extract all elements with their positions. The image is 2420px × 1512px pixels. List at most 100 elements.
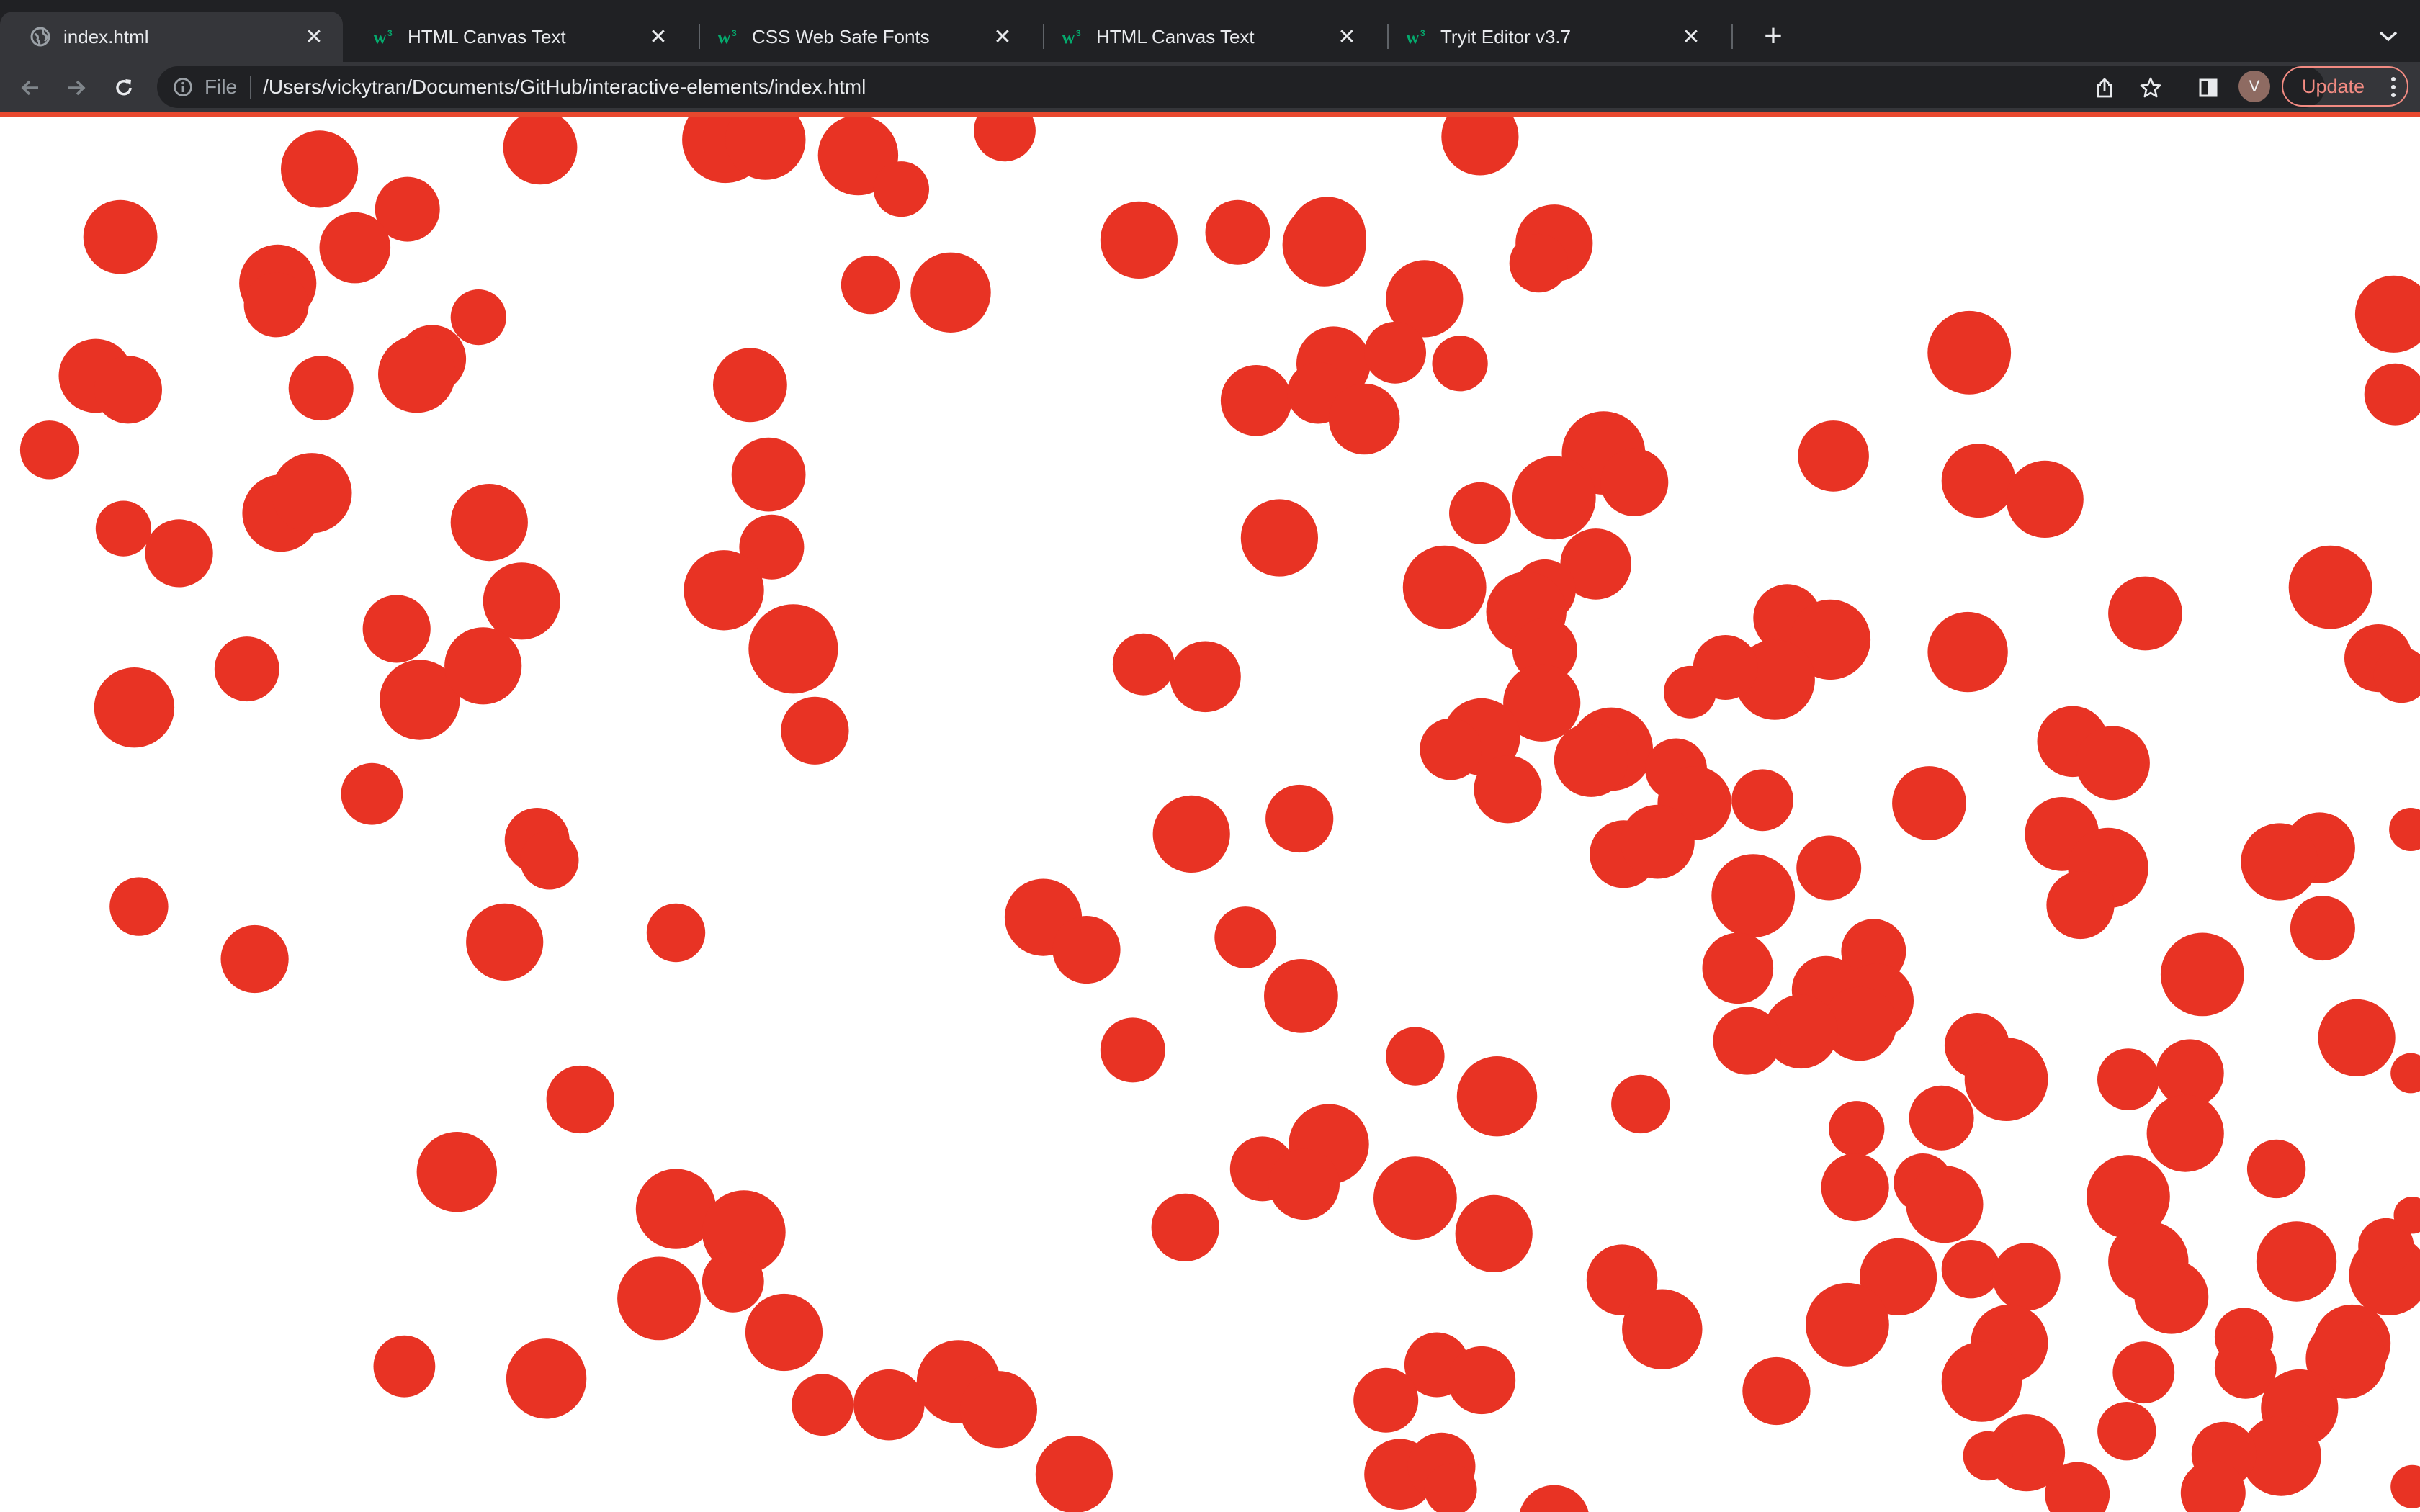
svg-text:3: 3 <box>1076 28 1081 38</box>
red-circle <box>145 519 213 588</box>
red-circle <box>1441 117 1519 176</box>
red-circle <box>1328 383 1400 455</box>
profile-avatar[interactable]: V <box>2238 71 2270 102</box>
red-circle <box>1364 321 1426 384</box>
red-circle <box>1941 1341 2022 1422</box>
new-tab-plus-icon[interactable]: + <box>1752 16 1795 56</box>
red-circle <box>2108 576 2182 651</box>
red-circle <box>444 627 522 705</box>
red-circle <box>1100 201 1178 279</box>
red-circle <box>483 562 560 640</box>
red-circle <box>617 1256 701 1341</box>
tab-title: index.html <box>63 25 149 48</box>
red-circle <box>1268 1148 1340 1220</box>
red-circle <box>83 199 158 274</box>
tab-search-chevron-down-icon[interactable] <box>2370 17 2407 55</box>
globe-icon <box>29 25 52 48</box>
red-circle <box>1151 1193 1219 1261</box>
red-circle <box>2097 1048 2159 1110</box>
red-circle <box>1964 1038 2048 1121</box>
tab-html-canvas-text[interactable]: w3 HTML Canvas Text ✕ <box>344 12 687 62</box>
red-circle <box>1909 1085 1974 1151</box>
svg-text:3: 3 <box>732 28 737 38</box>
red-circle <box>1265 784 1334 853</box>
red-circle <box>1220 365 1292 436</box>
red-circle <box>1448 482 1511 544</box>
red-circle <box>959 1371 1037 1449</box>
tab-close-icon[interactable]: ✕ <box>1335 25 1358 49</box>
circles-canvas <box>19 117 2420 1512</box>
red-circle <box>1100 1017 1165 1083</box>
red-circle <box>546 1065 614 1134</box>
bookmark-star-icon[interactable] <box>2136 73 2165 102</box>
forward-arrow-icon[interactable] <box>58 69 95 107</box>
address-bar[interactable]: File /Users/vickytran/Documents/GitHub/i… <box>157 66 2325 108</box>
red-circle <box>1713 1007 1781 1075</box>
update-button[interactable]: Update <box>2282 66 2408 107</box>
red-circle <box>684 550 764 631</box>
red-circle <box>272 453 352 534</box>
red-circle <box>2256 1221 2337 1302</box>
red-circle <box>1829 1101 1885 1157</box>
red-circle <box>2290 896 2355 961</box>
svg-text:w: w <box>1406 27 1420 46</box>
red-circle <box>2046 870 2115 940</box>
red-circle <box>2160 932 2244 1017</box>
tab-index-html[interactable]: index.html ✕ <box>0 12 343 62</box>
red-circle <box>450 484 528 562</box>
red-circle <box>506 1338 587 1419</box>
url-text[interactable]: /Users/vickytran/Documents/GitHub/intera… <box>263 76 866 99</box>
red-circle <box>288 356 354 421</box>
red-circle <box>109 877 169 936</box>
tab-close-icon[interactable]: ✕ <box>647 25 670 49</box>
update-label: Update <box>2302 75 2365 97</box>
site-info-icon[interactable] <box>171 76 194 99</box>
red-circle <box>1264 959 1338 1033</box>
tab-title: HTML Canvas Text <box>1096 25 1255 48</box>
tab-html-canvas-text-2[interactable]: w3 HTML Canvas Text ✕ <box>1033 12 1376 62</box>
red-circle <box>378 336 456 413</box>
red-circle <box>1152 795 1230 873</box>
red-circle <box>2076 726 2150 801</box>
side-panel-icon[interactable] <box>2190 69 2227 107</box>
red-circle <box>341 762 403 825</box>
red-circle <box>1731 769 1794 832</box>
red-circle <box>373 1335 436 1398</box>
red-circle <box>1112 633 1175 696</box>
red-circle <box>2288 545 2372 629</box>
red-circle <box>713 348 787 423</box>
red-circle <box>1702 932 1774 1004</box>
red-circle <box>1927 611 2008 693</box>
red-circle <box>1519 1485 1589 1512</box>
red-circle <box>319 212 391 284</box>
red-circle <box>220 924 289 994</box>
tab-close-icon[interactable]: ✕ <box>302 25 326 49</box>
share-icon[interactable] <box>2090 73 2119 102</box>
red-circle <box>2246 1139 2306 1199</box>
tab-title: Tryit Editor v3.7 <box>1440 25 1572 48</box>
red-circle <box>1742 1356 1811 1426</box>
scheme-label: File <box>205 76 238 98</box>
svg-text:w: w <box>1062 27 1075 46</box>
red-circle <box>1927 310 2012 395</box>
browser-toolbar: File /Users/vickytran/Documents/GitHub/i… <box>0 62 2420 112</box>
red-circle <box>1474 755 1542 824</box>
tab-tryit-editor[interactable]: w3 Tryit Editor v3.7 ✕ <box>1377 12 1720 62</box>
tab-css-web-safe-fonts[interactable]: w3 CSS Web Safe Fonts ✕ <box>689 12 1031 62</box>
red-circle <box>910 252 991 333</box>
red-circle <box>466 903 544 981</box>
reload-icon[interactable] <box>105 69 143 107</box>
red-circle <box>1611 1074 1670 1134</box>
red-circle <box>1821 1153 1889 1222</box>
back-arrow-icon[interactable] <box>12 69 49 107</box>
red-circle <box>1035 1436 1113 1512</box>
red-circle <box>1402 545 1487 629</box>
red-circle <box>95 500 151 557</box>
red-circle <box>1621 804 1695 879</box>
tab-close-icon[interactable]: ✕ <box>1680 25 1703 49</box>
red-circle <box>748 604 838 694</box>
tab-close-icon[interactable]: ✕ <box>991 25 1014 49</box>
red-circle <box>1289 197 1366 274</box>
red-circle <box>1420 718 1482 780</box>
tab-strip: index.html ✕ w3 HTML Canvas Text ✕ w3 CS… <box>0 0 2420 62</box>
